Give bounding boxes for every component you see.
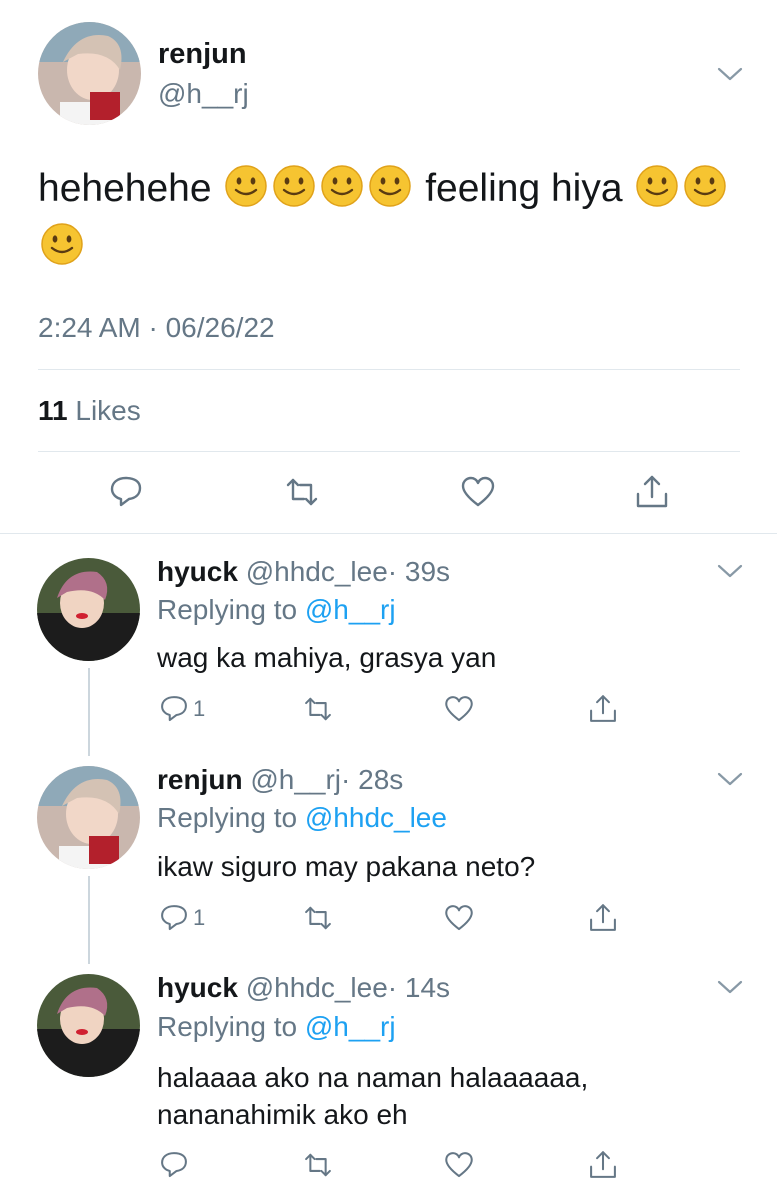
reply-time: · 28s [341, 764, 404, 795]
smile-emoji-icon [636, 165, 679, 207]
reply-text: ikaw siguro may pakana neto? [157, 851, 536, 882]
user-handle[interactable]: @h__rj [158, 78, 249, 110]
like-icon[interactable] [442, 901, 476, 935]
user-handle[interactable]: @h__rj [250, 764, 341, 795]
reply-count: 1 [193, 696, 206, 721]
like-icon[interactable] [458, 472, 498, 512]
tweet-text: hehehehe feeling hiya [38, 160, 738, 276]
replying-to: Replying to @hhdc_lee [157, 802, 447, 834]
replying-to-label: Replying to [157, 802, 298, 833]
share-icon[interactable] [586, 692, 620, 726]
retweet-icon[interactable] [282, 472, 322, 512]
chevron-down-icon[interactable] [717, 979, 743, 995]
divider [38, 451, 740, 452]
reply-text-line2: nananahimik ako eh [157, 1099, 408, 1130]
retweet-icon[interactable] [301, 901, 335, 935]
replying-to-label: Replying to [157, 594, 298, 625]
smile-emoji-icon [321, 165, 364, 207]
reply-time: · 14s [387, 972, 451, 1003]
retweet-icon[interactable] [301, 692, 335, 726]
display-name[interactable]: hyuck [157, 972, 238, 1003]
smile-emoji-icon [684, 165, 727, 207]
likes-stat[interactable]: 11 Likes [38, 395, 141, 427]
chevron-down-icon[interactable] [717, 563, 743, 579]
avatar[interactable] [37, 974, 140, 1077]
thread-line [88, 668, 90, 756]
avatar[interactable] [37, 558, 140, 661]
reply-action[interactable]: 1 [157, 901, 205, 935]
display-name[interactable]: hyuck [157, 556, 238, 587]
smile-emoji-icon [273, 165, 316, 207]
smile-emoji-icon [369, 165, 412, 207]
reply-text: halaaaa ako na naman halaaaaaa, [157, 1062, 589, 1093]
smile-emoji-icon [225, 165, 268, 207]
chevron-down-icon[interactable] [717, 771, 743, 787]
reply-time: · 39s [387, 556, 451, 587]
reply-header: hyuck @hhdc_lee· 14s [157, 972, 450, 1004]
share-icon[interactable] [632, 472, 672, 512]
like-icon[interactable] [442, 692, 476, 726]
reply-icon[interactable] [157, 692, 191, 726]
avatar[interactable] [38, 22, 141, 125]
divider [0, 533, 777, 534]
tweet-text-part1: hehehehe [38, 167, 212, 210]
replying-to-handle[interactable]: @h__rj [305, 1011, 396, 1042]
divider [38, 369, 740, 370]
thread-line [88, 876, 90, 964]
tweet-timestamp: 2:24 AM · 06/26/22 [38, 312, 275, 343]
reply-action[interactable]: 1 [157, 692, 205, 726]
reply-icon[interactable] [106, 472, 146, 512]
chevron-down-icon[interactable] [717, 66, 743, 82]
smile-emoji-icon [41, 223, 83, 265]
reply-header: renjun @h__rj· 28s [157, 764, 403, 796]
reply-icon[interactable] [157, 1148, 191, 1182]
replying-to: Replying to @h__rj [157, 594, 396, 626]
share-icon[interactable] [586, 901, 620, 935]
tweet-text-part2: feeling hiya [425, 167, 623, 210]
share-icon[interactable] [586, 1148, 620, 1182]
user-handle[interactable]: @hhdc_lee [246, 972, 388, 1003]
display-name[interactable]: renjun [157, 764, 243, 795]
display-name[interactable]: renjun [158, 38, 247, 71]
likes-label: Likes [75, 395, 141, 426]
replying-to: Replying to @h__rj [157, 1011, 396, 1043]
user-handle[interactable]: @hhdc_lee [246, 556, 388, 587]
avatar[interactable] [37, 766, 140, 869]
like-icon[interactable] [442, 1148, 476, 1182]
retweet-icon[interactable] [301, 1148, 335, 1182]
replying-to-label: Replying to [157, 1011, 298, 1042]
reply-count: 1 [193, 905, 206, 930]
replying-to-handle[interactable]: @h__rj [305, 594, 396, 625]
reply-text: wag ka mahiya, grasya yan [157, 642, 497, 673]
replying-to-handle[interactable]: @hhdc_lee [305, 802, 447, 833]
reply-icon[interactable] [157, 901, 191, 935]
reply-header: hyuck @hhdc_lee· 39s [157, 556, 450, 588]
likes-count: 11 [38, 395, 68, 426]
